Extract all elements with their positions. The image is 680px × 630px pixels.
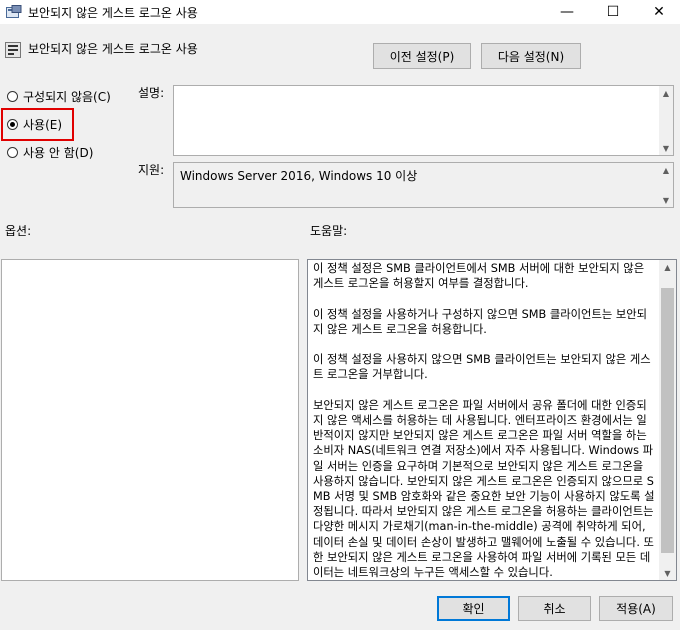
enabled-highlight-box xyxy=(1,108,74,141)
radio-not-configured[interactable]: 구성되지 않음(C) xyxy=(7,87,111,105)
help-panel[interactable]: 이 정책 설정은 SMB 클라이언트에서 SMB 서버에 대한 보안되지 않은 … xyxy=(307,259,677,581)
close-button[interactable]: ✕ xyxy=(636,0,680,24)
ok-button[interactable]: 확인 xyxy=(437,596,510,621)
supported-on-label: 지원: xyxy=(138,163,165,177)
chevron-up-icon[interactable]: ▲ xyxy=(659,86,673,100)
help-scrollbar[interactable]: ▲ ▼ xyxy=(659,260,676,580)
chevron-down-icon[interactable]: ▼ xyxy=(659,141,673,155)
comment-textbox[interactable]: ▲ ▼ xyxy=(173,85,674,156)
chevron-up-icon[interactable]: ▲ xyxy=(659,163,673,177)
maximize-icon: ☐ xyxy=(606,4,620,20)
minimize-icon: — xyxy=(560,4,574,20)
title-bar: 보안되지 않은 게스트 로그온 사용 — ☐ ✕ xyxy=(0,0,680,24)
comment-scrollbar[interactable]: ▲ ▼ xyxy=(659,86,673,155)
options-panel xyxy=(1,259,299,581)
chevron-down-icon[interactable]: ▼ xyxy=(659,193,673,207)
cancel-button[interactable]: 취소 xyxy=(518,596,591,621)
supported-on-box: Windows Server 2016, Windows 10 이상 ▲ ▼ xyxy=(173,162,674,208)
policy-window-icon xyxy=(6,5,22,18)
options-label: 옵션: xyxy=(5,224,32,238)
apply-button[interactable]: 적용(A) xyxy=(599,596,673,621)
radio-unchecked-icon xyxy=(7,90,18,102)
chevron-down-icon[interactable]: ▼ xyxy=(659,566,676,580)
help-text: 이 정책 설정은 SMB 클라이언트에서 SMB 서버에 대한 보안되지 않은 … xyxy=(313,262,655,580)
close-icon: ✕ xyxy=(653,4,665,20)
maximize-button[interactable]: ☐ xyxy=(590,0,636,24)
radio-unchecked-icon xyxy=(7,146,18,158)
supported-scrollbar[interactable]: ▲ ▼ xyxy=(659,163,673,207)
radio-disabled[interactable]: 사용 안 함(D) xyxy=(7,143,93,161)
window-title: 보안되지 않은 게스트 로그온 사용 xyxy=(28,6,198,20)
help-scroll-thumb[interactable] xyxy=(661,288,674,553)
comment-label: 설명: xyxy=(138,86,165,100)
next-setting-button[interactable]: 다음 설정(N) xyxy=(481,43,581,69)
chevron-up-icon[interactable]: ▲ xyxy=(659,260,676,274)
policy-setting-icon xyxy=(5,42,21,58)
minimize-button[interactable]: — xyxy=(544,0,590,24)
policy-name: 보안되지 않은 게스트 로그온 사용 xyxy=(28,42,198,56)
help-label: 도움말: xyxy=(310,224,348,238)
supported-on-value: Windows Server 2016, Windows 10 이상 xyxy=(180,169,418,183)
previous-setting-button[interactable]: 이전 설정(P) xyxy=(373,43,471,69)
radio-label-disabled: 사용 안 함(D) xyxy=(23,145,94,160)
radio-label-not-configured: 구성되지 않음(C) xyxy=(23,89,111,104)
